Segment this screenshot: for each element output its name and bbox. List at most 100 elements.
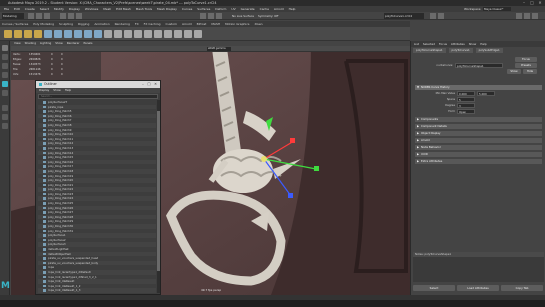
section-uuid[interactable]: ▶ UUID	[415, 152, 542, 157]
outliner-close-icon[interactable]: ✕	[152, 81, 159, 88]
nurbs-torus-icon[interactable]	[94, 30, 102, 38]
outliner-item[interactable]: rope_hint_ldeResult_1_3	[38, 288, 156, 293]
attach-curves-icon[interactable]	[104, 30, 112, 38]
single-perspective-layout-icon[interactable]	[2, 105, 8, 111]
symmetry-label[interactable]: Symmetry: Off	[258, 14, 278, 18]
nurbs-sphere-icon[interactable]	[44, 30, 52, 38]
four-view-layout-icon[interactable]	[2, 114, 8, 120]
outliner-menu-help[interactable]: Help	[65, 88, 71, 93]
focus-button[interactable]: Focus	[515, 57, 537, 62]
cv-curve-icon[interactable]	[4, 30, 12, 38]
ae-shape-name-field[interactable]: polyToCurveShape1	[455, 63, 503, 68]
ipr-icon[interactable]	[438, 13, 444, 19]
mesh-icon	[43, 257, 46, 260]
section-components[interactable]: ▶ Components	[415, 117, 542, 122]
section-node-behavior[interactable]: ▶ Node Behavior	[415, 145, 542, 150]
arc-icon[interactable]	[34, 30, 42, 38]
expand-arrow-icon: ▶	[417, 131, 420, 135]
attribute-editor: List Selected Focus Attributes Show Help…	[410, 41, 545, 295]
select-object-icon[interactable]	[68, 13, 74, 19]
ae-node-tab[interactable]: polyToCurveShape1	[413, 48, 446, 53]
mode-dropdown[interactable]: Modeling	[2, 13, 24, 19]
offset-curve-icon[interactable]	[134, 30, 142, 38]
bevel-plus-icon[interactable]	[194, 30, 202, 38]
section-extra-attributes[interactable]: ▶ Extra Attributes	[415, 159, 542, 164]
ae-min-value-field[interactable]: 0.000	[457, 91, 475, 96]
ae-menu-show[interactable]: Show	[469, 41, 477, 47]
hide-button[interactable]: Hide	[523, 69, 537, 74]
move-tool-icon[interactable]	[2, 72, 8, 78]
outliner-menu-display[interactable]: Display	[39, 88, 49, 93]
select-hierarchy-icon[interactable]	[60, 13, 66, 19]
attribute-editor-icon[interactable]	[524, 13, 530, 19]
channel-box-icon[interactable]	[532, 13, 538, 19]
scale-tool-icon[interactable]	[2, 90, 8, 96]
show-button[interactable]: Show	[507, 69, 521, 74]
detach-curves-icon[interactable]	[114, 30, 122, 38]
copy-tab-button[interactable]: Copy Tab	[501, 285, 543, 291]
snap-point-icon[interactable]	[216, 13, 222, 19]
persp-outliner-layout-icon[interactable]	[2, 123, 8, 129]
pencil-curve-icon[interactable]	[24, 30, 32, 38]
ae-node-tab[interactable]: polySubdEdge1	[475, 48, 503, 53]
ae-menu-help[interactable]: Help	[480, 41, 486, 47]
save-scene-icon[interactable]	[44, 13, 50, 19]
lasso-tool-icon[interactable]	[2, 54, 8, 60]
ae-menu-attributes[interactable]: Attributes	[451, 41, 465, 47]
ae-form-field[interactable]: Open	[457, 109, 475, 114]
presets-button[interactable]: Presets	[515, 63, 537, 68]
status-line: Modeling No Live Surface Symmetry: Off p…	[0, 12, 545, 20]
snap-curve-icon[interactable]	[208, 13, 214, 19]
load-attributes-button[interactable]: Load Attributes	[457, 285, 499, 291]
color-space-dropdown[interactable]: sRGB gamma	[207, 47, 231, 51]
nurbs-plane-icon[interactable]	[84, 30, 92, 38]
ae-menu-list[interactable]: List	[414, 41, 419, 47]
ae-spans-label: Spans	[446, 97, 455, 101]
select-component-icon[interactable]	[76, 13, 82, 19]
outliner-item-label: poly_Ring_Patch19	[48, 173, 74, 178]
render-icon[interactable]	[430, 13, 436, 19]
outliner-scroll-thumb[interactable]	[157, 111, 160, 271]
modeling-toolkit-icon[interactable]	[516, 13, 522, 19]
birail-icon[interactable]	[184, 30, 192, 38]
outliner-item-label: poly_Ring_Patch13	[48, 145, 74, 150]
nurbs-cylinder-icon[interactable]	[64, 30, 72, 38]
section-component-details[interactable]: ▶ Component Details	[415, 124, 542, 129]
new-scene-icon[interactable]	[28, 13, 34, 19]
select-button[interactable]: Select	[413, 285, 455, 291]
extrude-icon[interactable]	[174, 30, 182, 38]
outliner-item-label: defaultObjectSet	[48, 251, 71, 256]
live-surface-label[interactable]: No Live Surface	[232, 14, 254, 18]
ae-max-value-field[interactable]: 5.000	[477, 91, 495, 96]
shelf-icons	[0, 27, 410, 41]
outliner-list[interactable]: polySurface27 pirate_rope poly_Ring_Patch5…	[38, 100, 156, 293]
nurbs-cone-icon[interactable]	[74, 30, 82, 38]
paint-select-tool-icon[interactable]	[2, 63, 8, 69]
rebuild-curve-icon[interactable]	[124, 30, 132, 38]
loft-icon[interactable]	[154, 30, 162, 38]
nurbs-cube-icon[interactable]	[54, 30, 62, 38]
outliner-menu-show[interactable]: Show	[53, 88, 61, 93]
open-scene-icon[interactable]	[36, 13, 42, 19]
section-nurbs-curve-history[interactable]: ▼ NURBS Curve History	[415, 85, 542, 90]
ae-menu-selected[interactable]: Selected	[423, 41, 435, 47]
ae-degree-dropdown[interactable]: 3	[457, 103, 475, 108]
ae-spans-field[interactable]: 5	[457, 97, 475, 102]
outliner-item-label: poly_Ring_Patch6	[48, 113, 72, 118]
ep-curve-icon[interactable]	[14, 30, 22, 38]
ae-node-tab[interactable]: polyToCurve1	[448, 48, 473, 53]
section-arnold[interactable]: ▶ Arnold	[415, 138, 542, 143]
name-search-field[interactable]: polyToCurve1.crCl4	[384, 13, 424, 19]
section-object-display[interactable]: ▶ Object Display	[415, 131, 542, 136]
outliner-search-input[interactable]	[38, 94, 158, 99]
mesh-icon	[43, 188, 46, 191]
revolve-icon[interactable]	[144, 30, 152, 38]
select-tool-icon[interactable]	[2, 45, 8, 51]
planar-icon[interactable]	[164, 30, 172, 38]
ae-menu-focus[interactable]: Focus	[439, 41, 447, 47]
workspace-dropdown[interactable]: Maya Classic*	[483, 7, 511, 11]
notes-area[interactable]: Notes: polyToCurveShape1	[413, 252, 544, 282]
mesh-icon	[43, 215, 46, 219]
rotate-tool-icon[interactable]	[2, 81, 8, 87]
snap-grid-icon[interactable]	[200, 13, 206, 19]
